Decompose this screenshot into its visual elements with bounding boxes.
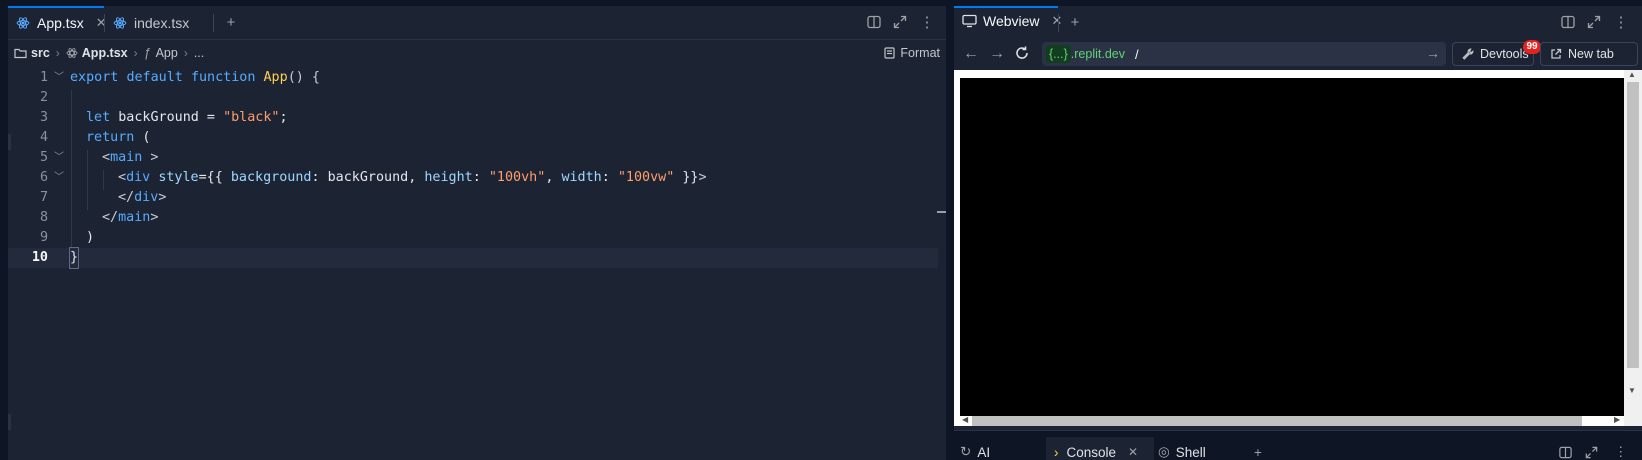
bottom-tab-bar: ↻ AI › Console ✕ ◎ Shell + ⋮ bbox=[954, 430, 1642, 460]
webview-pane: Webview ✕ + ⋮ ← → {...} .replit.dev / → … bbox=[954, 6, 1642, 460]
editor-tab-bar: App.tsx ✕ index.tsx + ⋮ bbox=[8, 6, 946, 40]
tab-console[interactable]: › Console ✕ bbox=[1054, 437, 1138, 460]
expand-icon[interactable] bbox=[1584, 437, 1599, 460]
webview-viewport[interactable]: ▲ ▼ ◀ ▶ bbox=[954, 70, 1642, 426]
url-path: / bbox=[1134, 46, 1139, 62]
react-icon bbox=[16, 16, 30, 30]
monitor-icon bbox=[962, 14, 977, 28]
ai-icon: ↻ bbox=[960, 444, 972, 459]
code-line: 6 ﹀ <div style={{ background: backGround… bbox=[8, 168, 938, 188]
horizontal-scroll-thumb[interactable] bbox=[972, 416, 1582, 426]
scroll-up-arrow-icon[interactable]: ▲ bbox=[1628, 70, 1636, 79]
expand-icon[interactable] bbox=[892, 14, 910, 32]
breadcrumb-more[interactable]: ... bbox=[194, 46, 204, 60]
split-view-icon[interactable] bbox=[866, 14, 884, 32]
line-number: 1 bbox=[39, 70, 48, 85]
url-domain-token: {...} bbox=[1046, 45, 1071, 63]
tab-divider bbox=[1058, 14, 1059, 32]
line-number: 6 bbox=[39, 170, 48, 185]
tab-divider bbox=[213, 14, 214, 32]
format-icon bbox=[884, 47, 896, 59]
format-button[interactable]: Format bbox=[884, 44, 940, 62]
chevron-right-icon: › bbox=[55, 46, 60, 60]
line-number: 2 bbox=[39, 90, 48, 105]
plus-icon[interactable]: + bbox=[1066, 14, 1084, 32]
function-icon: ƒ bbox=[143, 46, 151, 60]
devtools-button[interactable]: Devtools bbox=[1452, 42, 1534, 66]
code-line: 3 let backGround = "black"; bbox=[8, 108, 938, 128]
breadcrumb-symbol[interactable]: ƒ App bbox=[144, 46, 178, 60]
scroll-left-arrow-icon[interactable]: ◀ bbox=[962, 415, 968, 424]
more-options-icon[interactable]: ⋮ bbox=[1612, 14, 1630, 32]
code-line: 5 ﹀ <main > bbox=[8, 148, 938, 168]
code-line: 9 ) bbox=[8, 228, 938, 248]
fold-chevron-icon[interactable]: ﹀ bbox=[54, 168, 64, 188]
chevron-right-icon: › bbox=[133, 46, 138, 60]
forward-arrow-icon[interactable]: → bbox=[988, 45, 1006, 63]
line-number: 9 bbox=[39, 230, 48, 245]
wrench-icon bbox=[1462, 48, 1474, 60]
reload-icon[interactable] bbox=[1014, 45, 1032, 63]
go-arrow-icon[interactable]: → bbox=[1426, 45, 1440, 61]
vertical-scroll-thumb[interactable] bbox=[1627, 82, 1639, 368]
tab-label: index.tsx bbox=[134, 14, 190, 31]
tab-ai[interactable]: ↻ AI bbox=[960, 437, 990, 460]
back-arrow-icon[interactable]: ← bbox=[962, 45, 980, 63]
plus-icon[interactable]: + bbox=[222, 14, 240, 32]
shell-icon: ◎ bbox=[1158, 444, 1170, 459]
tab-app-tsx[interactable]: App.tsx ✕ bbox=[8, 6, 107, 39]
code-line-current: 10 } bbox=[8, 247, 938, 269]
close-icon[interactable]: ✕ bbox=[1128, 445, 1138, 459]
scroll-down-arrow-icon[interactable]: ▼ bbox=[1628, 386, 1636, 395]
more-options-icon[interactable]: ⋮ bbox=[1614, 437, 1628, 460]
more-options-icon[interactable]: ⋮ bbox=[918, 14, 936, 32]
plus-icon[interactable]: + bbox=[1254, 437, 1262, 460]
line-number: 5 bbox=[39, 150, 48, 165]
resize-handle[interactable] bbox=[8, 414, 11, 430]
url-input[interactable]: {...} .replit.dev / → bbox=[1042, 42, 1446, 66]
expand-icon[interactable] bbox=[1586, 14, 1604, 32]
url-host: .replit.dev bbox=[1070, 47, 1125, 61]
new-tab-button[interactable]: New tab bbox=[1540, 42, 1638, 66]
fold-chevron-icon[interactable]: ﹀ bbox=[54, 148, 64, 168]
split-view-icon[interactable] bbox=[1558, 437, 1573, 460]
external-link-icon bbox=[1550, 48, 1562, 60]
tab-index-tsx[interactable]: index.tsx bbox=[105, 6, 205, 39]
code-line: 7 </div> bbox=[8, 188, 938, 208]
line-number: 10 bbox=[31, 250, 48, 265]
close-icon[interactable]: ✕ bbox=[1052, 13, 1063, 29]
line-number: 3 bbox=[39, 110, 48, 125]
react-icon bbox=[113, 16, 127, 30]
code-line: 1 ﹀ export default function App() { bbox=[8, 68, 938, 88]
breadcrumb-file[interactable]: App.tsx bbox=[66, 46, 128, 60]
react-icon bbox=[66, 47, 78, 59]
line-number: 7 bbox=[39, 190, 48, 205]
breadcrumb-folder[interactable]: src bbox=[14, 46, 50, 60]
resize-handle[interactable] bbox=[8, 134, 11, 150]
folder-icon bbox=[14, 47, 27, 59]
line-number: 4 bbox=[39, 130, 48, 145]
code-editor-pane: App.tsx ✕ index.tsx + ⋮ src › App.tsx › … bbox=[8, 6, 946, 460]
code-line: 4 return ( bbox=[8, 128, 938, 148]
tab-label: App.tsx bbox=[37, 14, 84, 31]
chevron-right-icon: › bbox=[183, 46, 188, 60]
scroll-right-arrow-icon[interactable]: ▶ bbox=[1614, 415, 1620, 424]
webview-tab-bar: Webview ✕ + ⋮ bbox=[954, 6, 1642, 36]
line-number: 8 bbox=[39, 210, 48, 225]
fold-chevron-icon[interactable]: ﹀ bbox=[54, 68, 64, 88]
url-bar: ← → {...} .replit.dev / → Devtools 99 Ne… bbox=[954, 40, 1642, 68]
breadcrumb: src › App.tsx › ƒ App › ... bbox=[8, 40, 946, 66]
text-cursor: } bbox=[68, 247, 80, 269]
code-line: 2 bbox=[8, 88, 938, 108]
tab-webview[interactable]: Webview ✕ bbox=[954, 6, 1062, 36]
tab-shell[interactable]: ◎ Shell bbox=[1158, 437, 1206, 460]
code-line: 8 </main> bbox=[8, 208, 938, 228]
devtools-badge: 99 bbox=[1523, 40, 1541, 54]
split-view-icon[interactable] bbox=[1560, 14, 1578, 32]
scrollbar-marker[interactable] bbox=[937, 211, 946, 213]
rendered-page[interactable] bbox=[960, 78, 1624, 416]
chevron-right-icon: › bbox=[1054, 444, 1059, 460]
